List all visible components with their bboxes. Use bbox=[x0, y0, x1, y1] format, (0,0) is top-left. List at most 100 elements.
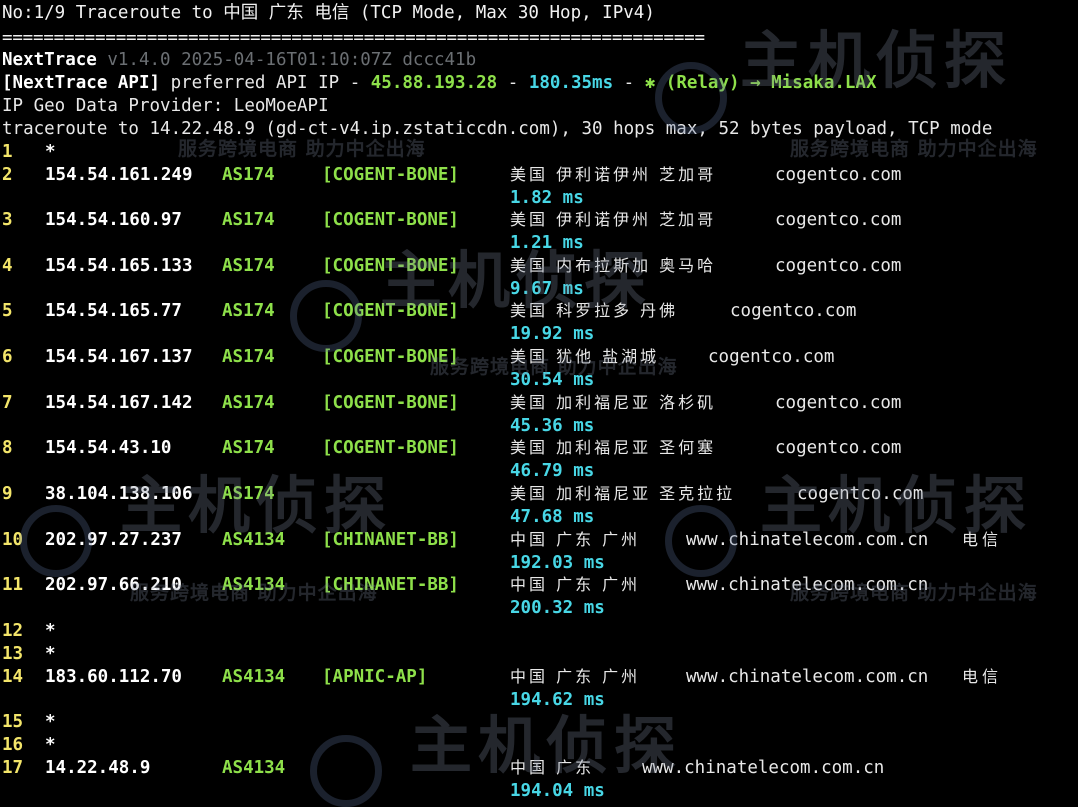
hop-domain: cogentco.com bbox=[775, 438, 902, 458]
hop-domain: www.chinatelecom.com.cn bbox=[642, 758, 885, 778]
watermark-logo-icon bbox=[655, 62, 727, 134]
hop-number: 14 bbox=[2, 667, 24, 687]
hop-ip: 202.97.66.210 bbox=[45, 575, 182, 595]
hop-asn: AS174 bbox=[222, 165, 275, 185]
hop-asn: AS4134 bbox=[222, 530, 286, 550]
hop-ip: 154.54.167.137 bbox=[45, 347, 193, 367]
hop-rtt: 194.62 ms bbox=[510, 690, 605, 710]
app-name: NextTrace bbox=[2, 50, 97, 70]
hop-number: 9 bbox=[2, 484, 13, 504]
hop-ip: 154.54.165.77 bbox=[45, 301, 182, 321]
api-text: preferred API IP - bbox=[160, 73, 371, 93]
watermark-slogan: 服务跨境电商 助力中企出海 bbox=[790, 138, 1038, 160]
hop-geo: 美国 加利福尼亚 圣何塞 bbox=[510, 438, 717, 457]
hop-rtt: 1.21 ms bbox=[510, 233, 584, 253]
hop-ip: 183.60.112.70 bbox=[45, 667, 182, 687]
hop-number: 2 bbox=[2, 165, 13, 185]
hop-number: 13 bbox=[2, 644, 24, 664]
hop-network-tag: [CHINANET-BB] bbox=[322, 575, 459, 595]
watermark-brand: 主机侦探 bbox=[410, 709, 683, 782]
hop-number: 12 bbox=[2, 621, 24, 641]
hop-ip: 154.54.161.249 bbox=[45, 165, 193, 185]
hop-domain: cogentco.com bbox=[708, 347, 835, 367]
hop-geo: 美国 伊利诺伊州 芝加哥 bbox=[510, 165, 717, 184]
hop-geo: 中国 广东 bbox=[510, 758, 595, 777]
api-line: [NextTrace API] preferred API IP - 45.88… bbox=[2, 72, 877, 95]
hop-rtt: 194.04 ms bbox=[510, 781, 605, 801]
hop-network-tag: [COGENT-BONE] bbox=[322, 393, 459, 413]
hop-asn: AS174 bbox=[222, 393, 275, 413]
hop-number: 1 bbox=[2, 142, 13, 162]
hop-domain: cogentco.com bbox=[775, 165, 902, 185]
hop-rtt: 46.79 ms bbox=[510, 461, 595, 481]
watermark-logo-icon bbox=[20, 505, 92, 577]
hop-rtt: 192.03 ms bbox=[510, 553, 605, 573]
hop-domain: cogentco.com bbox=[797, 484, 924, 504]
hop-geo: 美国 内布拉斯加 奥马哈 bbox=[510, 256, 717, 275]
hop-network-tag: [COGENT-BONE] bbox=[322, 438, 459, 458]
hop-geo: 中国 广东 广州 bbox=[510, 530, 641, 549]
hop-number: 6 bbox=[2, 347, 13, 367]
hop-geo: 美国 犹他 盐湖城 bbox=[510, 347, 660, 366]
hop-timeout: * bbox=[45, 735, 56, 755]
hop-domain: www.chinatelecom.com.cn bbox=[686, 667, 929, 687]
separator-line: ========================================… bbox=[2, 28, 705, 48]
hop-domain: www.chinatelecom.com.cn bbox=[686, 575, 929, 595]
hop-number: 17 bbox=[2, 758, 24, 778]
api-dash: - bbox=[497, 73, 529, 93]
hop-rtt: 30.54 ms bbox=[510, 370, 595, 390]
hop-network-tag: [CHINANET-BB] bbox=[322, 530, 459, 550]
hop-domain: cogentco.com bbox=[775, 210, 902, 230]
hop-asn: AS174 bbox=[222, 438, 275, 458]
hop-timeout: * bbox=[45, 142, 56, 162]
hop-network-tag: [APNIC-AP] bbox=[322, 667, 428, 687]
hop-rtt: 9.67 ms bbox=[510, 279, 584, 299]
hop-rtt: 47.68 ms bbox=[510, 507, 595, 527]
watermark-logo-icon bbox=[665, 505, 737, 577]
hop-number: 16 bbox=[2, 735, 24, 755]
traceroute-command-line: traceroute to 14.22.48.9 (gd-ct-v4.ip.zs… bbox=[2, 119, 993, 139]
hop-isp: 电信 bbox=[962, 530, 1003, 549]
hop-domain: cogentco.com bbox=[730, 301, 857, 321]
hop-asn: AS174 bbox=[222, 301, 275, 321]
hop-asn: AS4134 bbox=[222, 758, 286, 778]
hop-rtt: 1.82 ms bbox=[510, 188, 584, 208]
hop-geo: 中国 广东 广州 bbox=[510, 667, 641, 686]
hop-number: 4 bbox=[2, 256, 13, 276]
geo-provider-line: IP Geo Data Provider: LeoMoeAPI bbox=[2, 96, 329, 116]
hop-domain: cogentco.com bbox=[775, 393, 902, 413]
watermark-brand: 主机侦探 bbox=[740, 24, 1013, 97]
hop-ip: 154.54.160.97 bbox=[45, 210, 182, 230]
hop-timeout: * bbox=[45, 621, 56, 641]
hop-isp: 电信 bbox=[962, 667, 1003, 686]
hop-number: 11 bbox=[2, 575, 24, 595]
hop-timeout: * bbox=[45, 644, 56, 664]
hop-network-tag: [COGENT-BONE] bbox=[322, 347, 459, 367]
hop-ip: 154.54.43.10 bbox=[45, 438, 172, 458]
terminal-window: No:1/9 Traceroute to 中国 广东 电信 (TCP Mode,… bbox=[0, 0, 1078, 807]
hop-network-tag: [COGENT-BONE] bbox=[322, 256, 459, 276]
trace-title: No:1/9 Traceroute to 中国 广东 电信 (TCP Mode,… bbox=[2, 3, 655, 23]
watermark-logo-icon bbox=[290, 280, 362, 352]
api-tag: [NextTrace API] bbox=[2, 73, 161, 93]
hop-ip: 154.54.165.133 bbox=[45, 256, 193, 276]
hop-geo: 美国 科罗拉多 丹佛 bbox=[510, 301, 679, 320]
hop-geo: 美国 加利福尼亚 洛杉矶 bbox=[510, 393, 717, 412]
hop-number: 7 bbox=[2, 393, 13, 413]
hop-rtt: 19.92 ms bbox=[510, 324, 595, 344]
hop-domain: cogentco.com bbox=[775, 256, 902, 276]
version-line: NextTrace v1.4.0 2025-04-16T01:10:07Z dc… bbox=[2, 49, 476, 72]
api-latency: 180.35ms bbox=[528, 73, 614, 93]
hop-number: 15 bbox=[2, 712, 24, 732]
api-dash-2: - bbox=[613, 73, 645, 93]
watermark-logo-icon bbox=[310, 735, 382, 807]
hop-rtt: 200.32 ms bbox=[510, 598, 605, 618]
hop-timeout: * bbox=[45, 712, 56, 732]
hop-geo: 美国 加利福尼亚 圣克拉拉 bbox=[510, 484, 736, 503]
api-ip: 45.88.193.28 bbox=[370, 73, 498, 93]
hop-number: 3 bbox=[2, 210, 13, 230]
hop-asn: AS174 bbox=[222, 210, 275, 230]
hop-number: 5 bbox=[2, 301, 13, 321]
hop-geo: 中国 广东 广州 bbox=[510, 575, 641, 594]
hop-network-tag: [COGENT-BONE] bbox=[322, 210, 459, 230]
